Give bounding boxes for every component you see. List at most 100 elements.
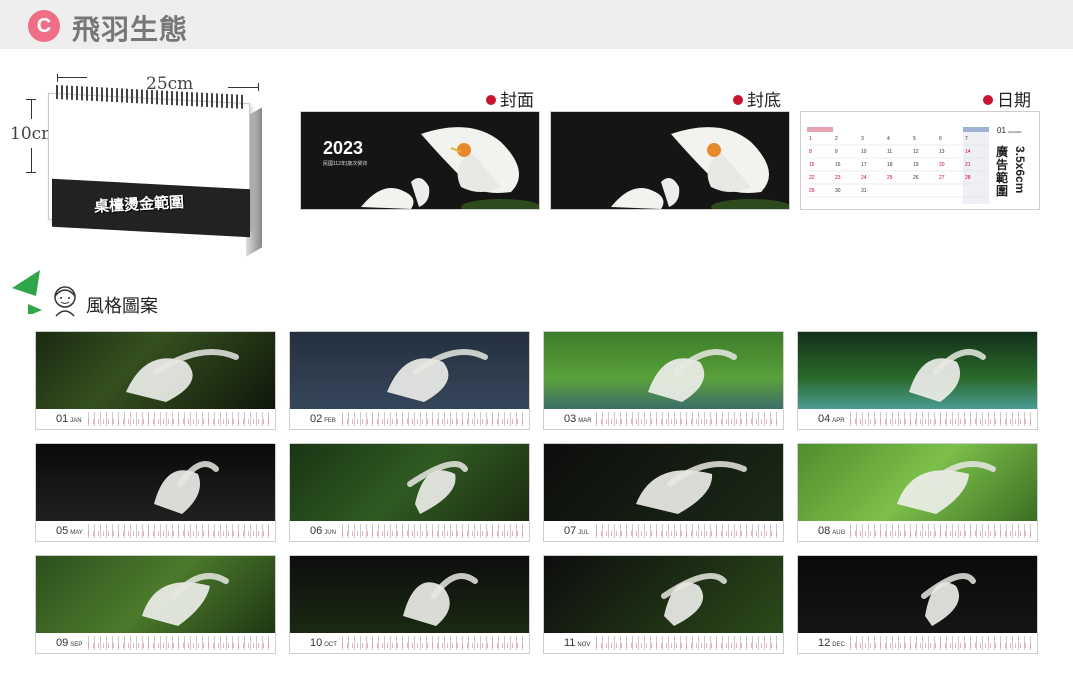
month-number: 10 OCT [310, 637, 337, 649]
svg-text:29: 29 [809, 188, 815, 194]
section-badge: C [28, 10, 60, 42]
month-name: OCT [324, 642, 337, 648]
svg-text:26: 26 [913, 175, 919, 181]
svg-text:12: 12 [913, 149, 919, 155]
style-triangle-icon [12, 270, 42, 314]
month-number: 04 APR [818, 413, 845, 425]
month-card-12: 12 DEC [797, 555, 1038, 654]
month-card-03: 03 MAR [543, 331, 784, 430]
card-footer: 09 SEP [36, 633, 275, 653]
girl-face-icon [54, 286, 76, 317]
red-dot-icon [733, 95, 743, 105]
card-footer: 02 FEB [290, 409, 529, 429]
month-number: 12 DEC [818, 637, 845, 649]
month-name: FEB [324, 418, 336, 424]
dim-line-left [57, 77, 87, 78]
svg-text:20: 20 [939, 162, 945, 168]
back-cover-label: 封底 [733, 86, 781, 111]
dim-tick-left [57, 74, 58, 82]
bird-image [407, 461, 468, 514]
day-strip [342, 412, 524, 426]
svg-text:13: 13 [939, 149, 945, 155]
month-name: MAY [70, 530, 83, 536]
svg-text:4: 4 [887, 136, 890, 142]
bird-image [648, 349, 737, 402]
day-strip [850, 636, 1032, 650]
svg-text:30: 30 [835, 188, 841, 194]
bird-image [126, 349, 239, 402]
style-section-title: 風格圖案 [86, 296, 158, 316]
svg-text:15: 15 [809, 162, 815, 168]
month-number: 02 FEB [310, 413, 336, 425]
month-name: JUN [324, 530, 336, 536]
month-card-01: 01 JAN [35, 331, 276, 430]
svg-text:25: 25 [887, 175, 893, 181]
bird-image [403, 573, 478, 626]
day-strip [88, 524, 270, 538]
cover-year: 2023 [323, 138, 364, 158]
bird-image [921, 573, 976, 626]
month-number: 06 JUN [310, 525, 336, 537]
month-name: AUG [832, 530, 846, 536]
dim-tick-bottom [26, 172, 36, 173]
svg-text:31: 31 [861, 188, 867, 194]
bird-image [897, 461, 996, 514]
svg-text:11: 11 [887, 149, 892, 155]
card-footer: 06 JUN [290, 521, 529, 541]
svg-text:19: 19 [913, 162, 919, 168]
svg-text:14: 14 [965, 149, 971, 155]
bird-photo [36, 556, 275, 633]
month-name: APR [832, 418, 845, 424]
month-number: 03 MAR [564, 413, 592, 425]
month-card-05: 05 MAY [35, 443, 276, 542]
bird-photo [798, 444, 1037, 521]
front-cover-label: 封面 [486, 86, 534, 111]
svg-text:24: 24 [861, 175, 867, 181]
card-footer: 03 MAR [544, 409, 783, 429]
day-strip [88, 636, 270, 650]
svg-text:9: 9 [835, 149, 838, 155]
svg-text:18: 18 [887, 162, 893, 168]
red-dot-icon [983, 95, 993, 105]
svg-text:8: 8 [809, 149, 812, 155]
dim-line-bottom [31, 148, 32, 172]
day-strip [850, 412, 1032, 426]
svg-text:7: 7 [965, 136, 968, 142]
month-name: JAN [70, 418, 82, 424]
date-label: 日期 [983, 86, 1031, 111]
day-strip [342, 524, 524, 538]
ad-area-label: 廣告範圍 [996, 145, 1009, 198]
day-strip [342, 636, 524, 650]
day-strip [88, 412, 270, 426]
dim-line-top [31, 99, 32, 119]
bird-photo [290, 556, 529, 633]
svg-text:3: 3 [861, 136, 864, 142]
card-footer: 10 OCT [290, 633, 529, 653]
bird-image [636, 461, 747, 514]
bird-image [661, 573, 727, 626]
day-strip [596, 524, 778, 538]
back-cover-photo [550, 111, 790, 210]
month-card-06: 06 JUN [289, 443, 530, 542]
card-footer: 08 AUG [798, 521, 1037, 541]
bird-photo [290, 332, 529, 409]
desk-calendar-illustration: 桌檯燙金範圍 [48, 85, 263, 257]
month-name: SEP [70, 642, 83, 648]
dim-line-right [228, 87, 258, 88]
month-name: MAR [578, 418, 592, 424]
month-card-10: 10 OCT [289, 555, 530, 654]
day-strip [850, 524, 1032, 538]
red-dot-icon [486, 95, 496, 105]
card-footer: 04 APR [798, 409, 1037, 429]
svg-text:1: 1 [809, 136, 812, 142]
month-name: NOV [577, 642, 591, 648]
front-cover-photo: 2023 民國112年|歲次癸卯 [300, 111, 540, 210]
month-name: DEC [832, 642, 845, 648]
month-card-09: 09 SEP [35, 555, 276, 654]
month-number: 09 SEP [56, 637, 83, 649]
month-card-04: 04 APR [797, 331, 1038, 430]
svg-text:6: 6 [939, 136, 942, 142]
day-strip [596, 412, 778, 426]
ad-size-label: 3.5x6cm [1013, 146, 1027, 194]
egret-image [611, 127, 789, 209]
